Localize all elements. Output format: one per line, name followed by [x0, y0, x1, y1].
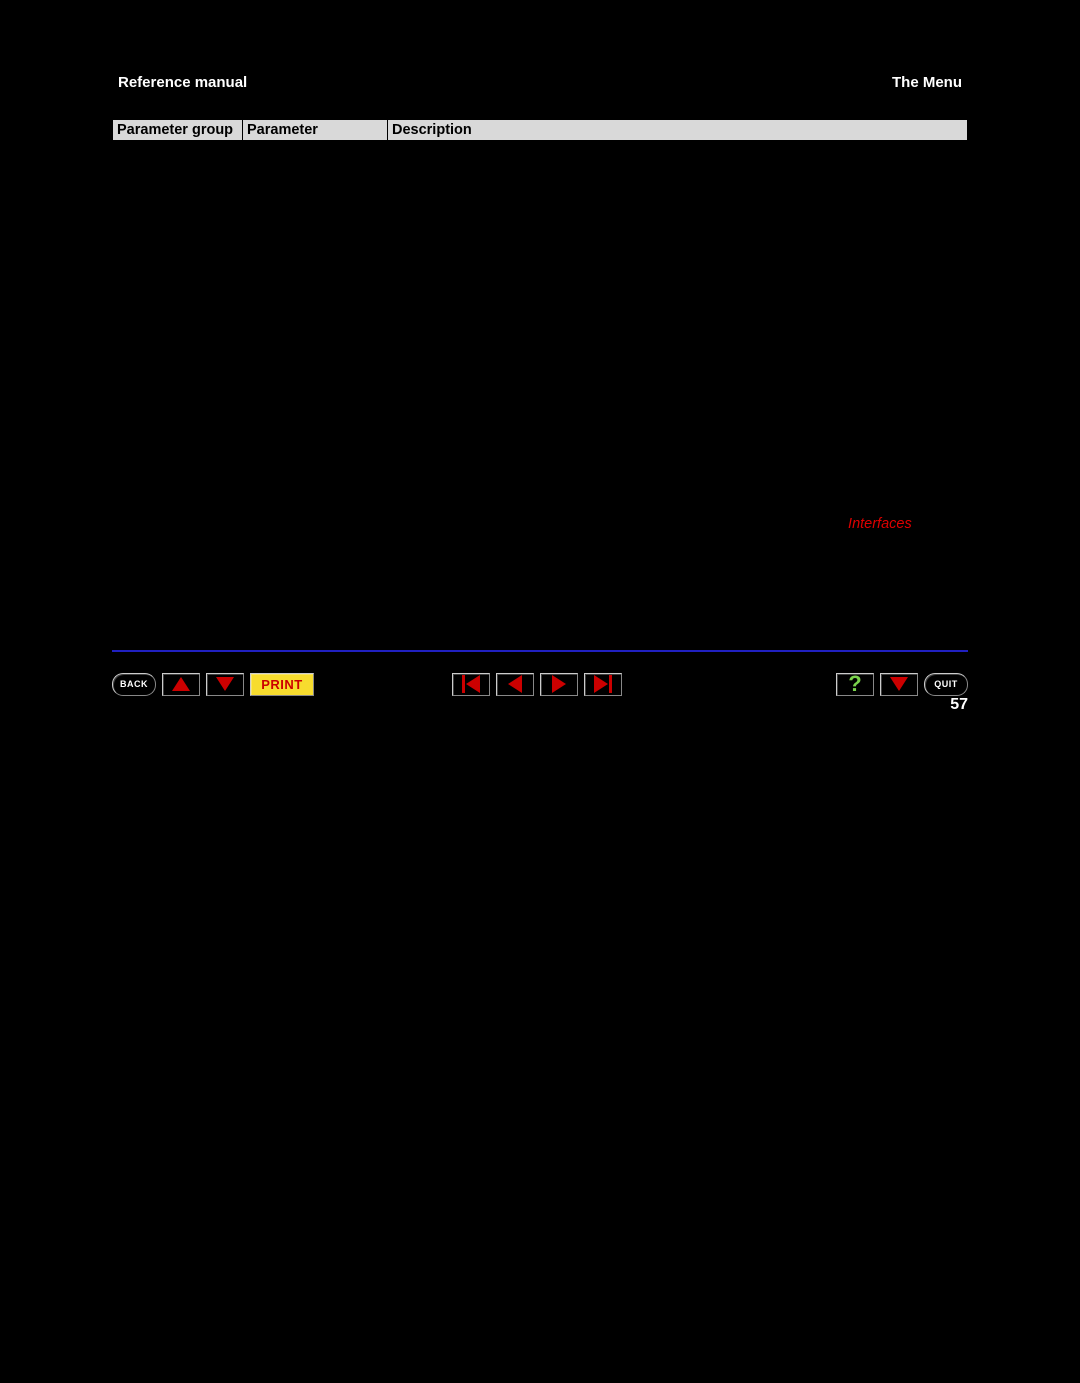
list-item: The parity test for received data bytes … — [412, 436, 963, 516]
format-list: Sets the number of data bits The parity … — [392, 420, 963, 532]
nav-right-group: ? QUIT — [836, 673, 968, 696]
question-icon: ? — [848, 673, 861, 695]
triangle-up-icon — [172, 677, 190, 691]
triangle-down-icon — [216, 677, 234, 691]
col-desc: Description — [388, 120, 968, 141]
quit-button[interactable]: QUIT — [924, 673, 968, 696]
io-group: I/O Serial Baud Format — [113, 274, 243, 1383]
scroll-up-button[interactable] — [162, 673, 200, 696]
io-desc: Selects the data transmission rate (baud… — [388, 274, 968, 1383]
table-row: Bidir Bidir = On* Bidir = Off Setting On… — [113, 141, 968, 274]
prev-icon — [508, 675, 522, 693]
bidir-group: Bidir — [113, 141, 243, 274]
page-number: 57 — [112, 696, 968, 714]
interfaces-link[interactable]: Interfaces — [848, 516, 912, 532]
io-params: Baud = 600 Baud = 1200 Baud = 2400 Baud … — [243, 274, 388, 1383]
last-page-button[interactable] — [584, 673, 622, 696]
back-button[interactable]: BACK — [112, 673, 156, 696]
pager-group — [452, 673, 628, 696]
next-icon — [552, 675, 566, 693]
title-bar: Reference manual The Menu — [112, 72, 968, 95]
print-button[interactable]: PRINT — [250, 673, 314, 696]
last-icon — [594, 675, 612, 693]
first-icon — [462, 675, 480, 693]
help-button[interactable]: ? — [836, 673, 874, 696]
title-right: The Menu — [892, 74, 962, 91]
scroll-down-button[interactable] — [206, 673, 244, 696]
bidir-desc: Setting On: Printer prints in both direc… — [388, 141, 968, 274]
col-param: Parameter — [243, 120, 388, 141]
col-group: Parameter group — [113, 120, 243, 141]
table-row: I/O Serial Baud Format Baud = 600 Baud =… — [113, 274, 968, 1383]
manual-page: Reference manual The Menu Parameter grou… — [112, 72, 968, 1383]
list-item: Selects one or two stop bits per data by… — [412, 516, 963, 532]
first-page-button[interactable] — [452, 673, 490, 696]
parameter-table: Parameter group Parameter Description Bi… — [112, 119, 968, 1383]
divider-line — [112, 650, 968, 652]
triangle-down-icon — [890, 677, 908, 691]
title-left: Reference manual — [118, 74, 247, 91]
list-item: Sets the number of data bits — [412, 420, 963, 436]
prev-page-button[interactable] — [496, 673, 534, 696]
bidir-params: Bidir = On* Bidir = Off — [243, 141, 388, 274]
next-page-button[interactable] — [540, 673, 578, 696]
quit-down-button[interactable] — [880, 673, 918, 696]
